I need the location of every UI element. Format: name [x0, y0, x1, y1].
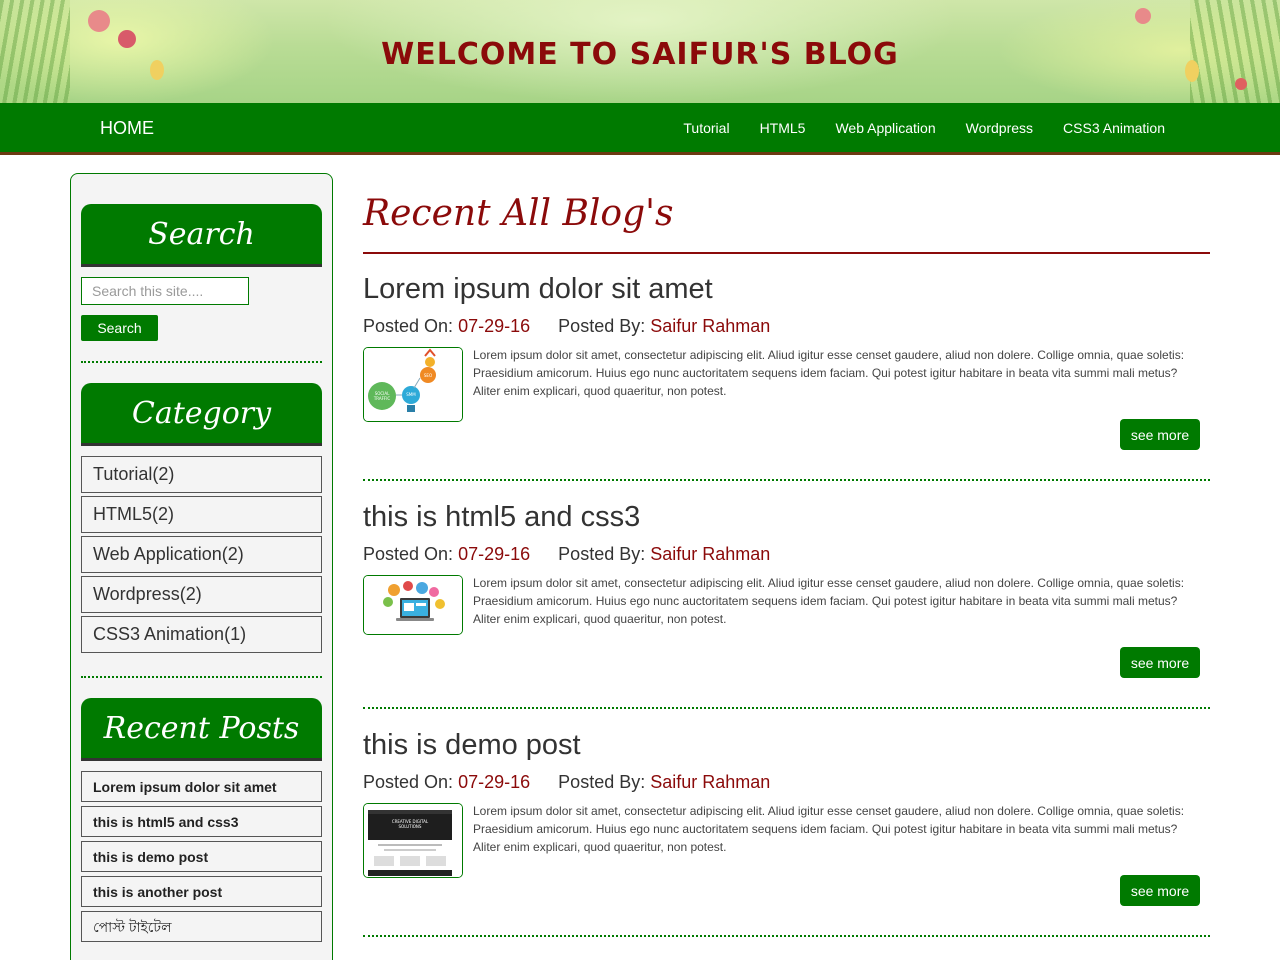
site-title: WELCOME TO SAIFUR'S BLOG: [381, 37, 899, 72]
post-excerpt: Lorem ipsum dolor sit amet, consectetur …: [473, 804, 1185, 854]
post-thumbnail[interactable]: [363, 575, 463, 635]
post-divider: [363, 935, 1210, 937]
nav-home-link[interactable]: HOME: [100, 118, 154, 139]
posted-on-label: Posted On:: [363, 316, 454, 336]
recent-post-link[interactable]: পোস্ট টাইটেল: [81, 911, 322, 942]
category-item-css3-animation[interactable]: CSS3 Animation(1): [81, 616, 322, 653]
sidebar-divider: [81, 676, 322, 678]
recent-posts-heading: Recent Posts: [81, 698, 322, 761]
category-item-wordpress[interactable]: Wordpress(2): [81, 576, 322, 613]
see-more-button[interactable]: see more: [1120, 419, 1200, 450]
page-title: Recent All Blog's: [363, 193, 674, 234]
thumb-label: SOLUTIONS: [399, 824, 422, 829]
recent-post-link[interactable]: Lorem ipsum dolor sit amet: [81, 771, 322, 802]
category-item-tutorial[interactable]: Tutorial(2): [81, 456, 322, 493]
title-divider: [363, 252, 1210, 254]
posted-by-label: Posted By:: [558, 772, 646, 792]
flower-decoration: [88, 10, 110, 32]
post-excerpt: Lorem ipsum dolor sit amet, consectetur …: [473, 576, 1185, 626]
post-title[interactable]: this is html5 and css3: [363, 501, 640, 534]
flower-decoration: [1235, 78, 1247, 90]
category-heading: Category: [81, 383, 322, 446]
post-date: 07-29-16: [458, 316, 531, 336]
search-heading: Search: [81, 204, 322, 267]
nav-link-css3-animation[interactable]: CSS3 Animation: [1063, 120, 1165, 136]
category-item-html5[interactable]: HTML5(2): [81, 496, 322, 533]
header-banner: WELCOME TO SAIFUR'S BLOG: [0, 0, 1280, 103]
post-author[interactable]: Saifur Rahman: [650, 544, 770, 564]
post-thumbnail[interactable]: SEO SOCIAL TRAFFIC SMM: [363, 347, 463, 422]
post-excerpt: Lorem ipsum dolor sit amet, consectetur …: [473, 348, 1185, 398]
category-item-web-application[interactable]: Web Application(2): [81, 536, 322, 573]
thumb-label: SMM: [406, 392, 416, 397]
nav-link-tutorial[interactable]: Tutorial: [683, 120, 729, 136]
main-navbar: HOME Tutorial HTML5 Web Application Word…: [0, 103, 1280, 155]
posted-on-label: Posted On:: [363, 544, 454, 564]
post-title[interactable]: Lorem ipsum dolor sit amet: [363, 273, 713, 306]
post-author[interactable]: Saifur Rahman: [650, 772, 770, 792]
recent-post-link[interactable]: this is demo post: [81, 841, 322, 872]
website-template-image: CREATIVE DIGITAL SOLUTIONS: [364, 804, 462, 877]
posted-on-label: Posted On:: [363, 772, 454, 792]
blog-post: this is demo post Posted On: 07-29-16 Po…: [363, 729, 1210, 957]
post-meta: Posted On: 07-29-16 Posted By: Saifur Ra…: [363, 772, 770, 793]
nav-link-html5[interactable]: HTML5: [760, 120, 806, 136]
nav-link-web-application[interactable]: Web Application: [835, 120, 935, 136]
sidebar-divider: [81, 361, 322, 363]
post-title[interactable]: this is demo post: [363, 729, 581, 762]
recent-post-link[interactable]: this is html5 and css3: [81, 806, 322, 837]
flower-decoration: [1135, 8, 1151, 24]
search-button[interactable]: Search: [81, 315, 158, 341]
posted-by-label: Posted By:: [558, 544, 646, 564]
post-meta: Posted On: 07-29-16 Posted By: Saifur Ra…: [363, 316, 770, 337]
nav-link-wordpress[interactable]: Wordpress: [966, 120, 1033, 136]
post-divider: [363, 707, 1210, 709]
sidebar: Search Search Category Tutorial(2) HTML5…: [70, 173, 333, 960]
thumb-label: TRAFFIC: [373, 396, 391, 401]
blog-post: this is html5 and css3 Posted On: 07-29-…: [363, 501, 1210, 729]
recent-post-link[interactable]: this is another post: [81, 876, 322, 907]
see-more-button[interactable]: see more: [1120, 647, 1200, 678]
blog-post: Lorem ipsum dolor sit amet Posted On: 07…: [363, 273, 1210, 501]
see-more-button[interactable]: see more: [1120, 875, 1200, 906]
post-meta: Posted On: 07-29-16 Posted By: Saifur Ra…: [363, 544, 770, 565]
post-thumbnail[interactable]: CREATIVE DIGITAL SOLUTIONS: [363, 803, 463, 878]
nav-links: Tutorial HTML5 Web Application Wordpress…: [653, 120, 1165, 136]
post-author[interactable]: Saifur Rahman: [650, 316, 770, 336]
post-date: 07-29-16: [458, 772, 531, 792]
laptop-web-design-image: [364, 576, 462, 634]
post-divider: [363, 479, 1210, 481]
posted-by-label: Posted By:: [558, 316, 646, 336]
post-date: 07-29-16: [458, 544, 531, 564]
search-input[interactable]: [81, 277, 249, 305]
lightbulb-infographic-image: SEO SOCIAL TRAFFIC SMM: [364, 348, 462, 421]
thumb-label: SEO: [424, 373, 432, 378]
